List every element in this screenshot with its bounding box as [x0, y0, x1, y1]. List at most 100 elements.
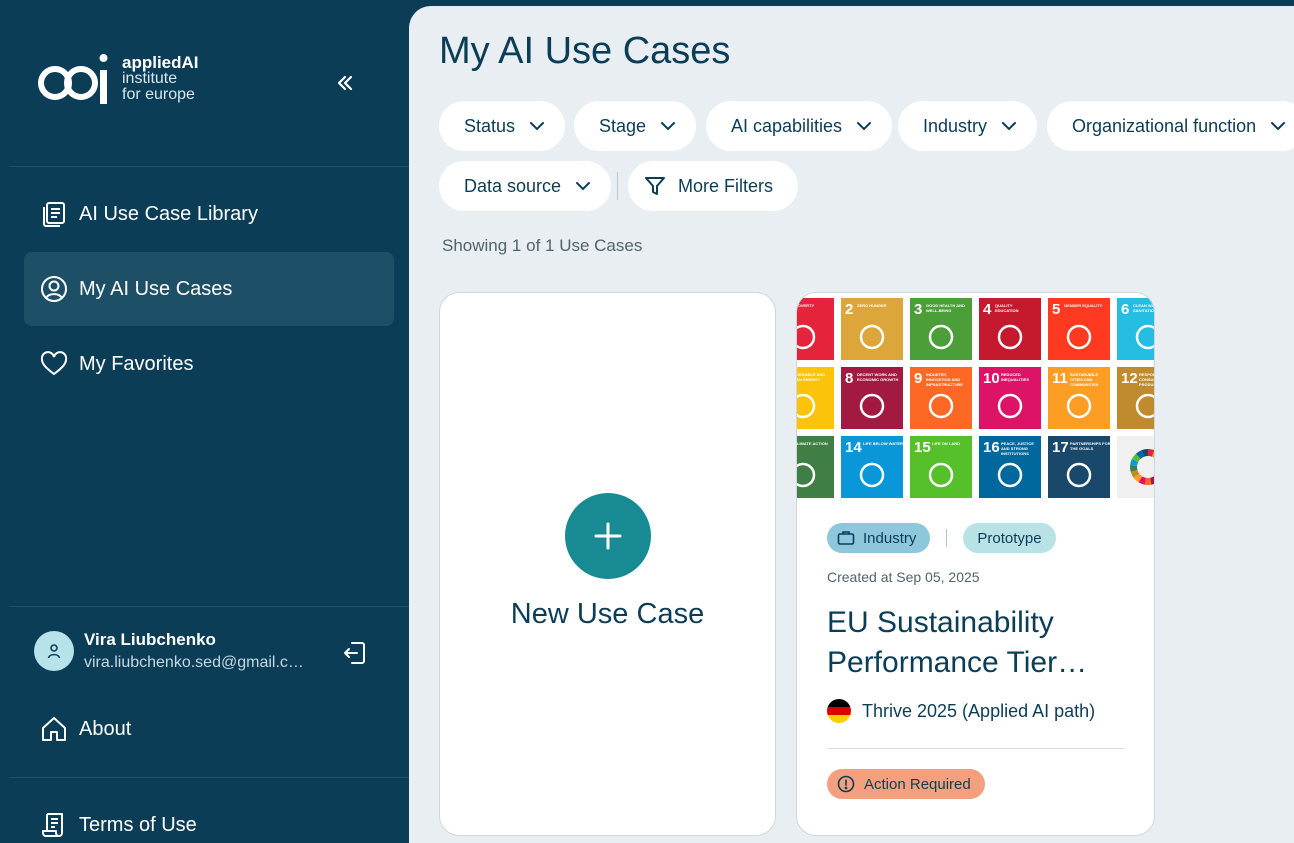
- chevron-down-icon: [1270, 121, 1286, 131]
- sdg-tile-number: 14: [845, 439, 862, 456]
- status-badge: Action Required: [827, 769, 985, 799]
- sdg-tile-caption: LIFE ON LAND: [932, 441, 960, 446]
- sdg-tile-number: 15: [914, 439, 931, 456]
- sdg-tile-number: 4: [983, 301, 992, 318]
- funnel-icon: [644, 175, 666, 197]
- sdg-tile-caption: REDUCED INEQUALITIES: [1001, 372, 1030, 382]
- user-profile: Vira Liubchenko vira.liubchenko.sed@gmai…: [34, 630, 374, 672]
- sdg-tile-number: 16: [983, 439, 1000, 456]
- sidebar-item-favorites[interactable]: My Favorites: [24, 327, 394, 401]
- sidebar-item-library[interactable]: AI Use Case Library: [24, 177, 394, 251]
- alert-circle-icon: [837, 775, 855, 793]
- sdg-tile: 3 GOOD HEALTH AND WELL-BEING: [910, 298, 972, 360]
- industry-tag-label: Industry: [863, 529, 917, 547]
- scroll-document-icon: [39, 810, 69, 840]
- library-icon: [39, 199, 69, 229]
- sdg-tile-caption: NO POVERTY: [797, 303, 815, 308]
- chevron-down-icon: [660, 121, 676, 131]
- filter-data-source[interactable]: Data source: [439, 161, 612, 211]
- logo-line-1: appliedAI: [122, 53, 199, 72]
- filter-label: Industry: [923, 115, 988, 136]
- logo[interactable]: appliedAI institute for europe: [38, 50, 199, 108]
- page-title: My AI Use Cases: [439, 30, 731, 72]
- industry-tag: Industry: [827, 523, 931, 553]
- home-icon: [39, 714, 69, 744]
- logo-line-3: for europe: [122, 86, 195, 103]
- stage-tag: Prototype: [963, 523, 1056, 553]
- sdg-image: 1NO POVERTY 2ZERO HUNGER 3GOOD HEALTH AND …: [797, 293, 1154, 503]
- more-filters-button[interactable]: More Filters: [628, 161, 799, 211]
- sdg-tile: 5 GENDER EQUALITY: [1048, 298, 1110, 360]
- sdg-tile-number: 12: [1121, 370, 1138, 387]
- filter-industry[interactable]: Industry: [898, 101, 1038, 151]
- sdg-tile-caption: PARTNERSHIPS FOR THE GOALS: [1070, 441, 1111, 451]
- filter-label: Organizational function: [1072, 115, 1257, 136]
- use-case-title[interactable]: EU Sustainability Performance Tier…: [827, 603, 1127, 683]
- plus-icon: [594, 522, 622, 550]
- filter-label: Stage: [599, 115, 647, 136]
- use-case-card[interactable]: 1NO POVERTY 2ZERO HUNGER 3GOOD HEALTH AND …: [796, 292, 1155, 836]
- sdg-tile-caption: PEACE, JUSTICE AND STRONG INSTITUTIONS: [1001, 441, 1034, 456]
- sdg-pictogram-icon: [859, 324, 885, 350]
- sdg-pictogram-icon: [1135, 393, 1154, 419]
- heart-icon: [39, 349, 69, 379]
- sdg-tile-number: 5: [1052, 301, 1061, 318]
- sdg-tile: 1NO POVERTY: [797, 298, 834, 360]
- new-use-case-card[interactable]: New Use Case: [439, 292, 776, 836]
- main-content: My AI Use Cases Status Stage AI capabili…: [409, 6, 1294, 843]
- filter-label: Status: [464, 115, 516, 136]
- sdg-tile-caption: ZERO HUNGER: [857, 303, 887, 308]
- sidebar-item-my-use-cases[interactable]: My AI Use Cases: [24, 252, 394, 326]
- logo-line-2: institute: [122, 70, 178, 87]
- card-divider: [827, 748, 1125, 749]
- sdg-tile-number: 3: [914, 301, 923, 318]
- sdg-pictogram-icon: [797, 324, 816, 350]
- sidebar-item-about[interactable]: About: [24, 692, 394, 766]
- status-label: Action Required: [864, 775, 971, 793]
- sdg-tile-caption: GENDER EQUALITY: [1064, 303, 1103, 308]
- user-email: vira.liubchenko.sed@gmail.com: [84, 654, 309, 671]
- sdg-tile-caption: RESPONSIBLE CONSUMPTION AND PRODUCTION: [1139, 372, 1154, 387]
- sdg-pictogram-icon: [1066, 324, 1092, 350]
- sdg-tile: 10 REDUCED INEQUALITIES: [979, 367, 1041, 429]
- sdg-tile: 17 PARTNERSHIPS FOR THE GOALS: [1048, 436, 1111, 498]
- filter-divider: [617, 172, 618, 200]
- appliedai-logo-icon: [38, 54, 108, 104]
- sdg-tile: 6CLEAN WATER AND SANITATION: [1117, 298, 1154, 360]
- sdg-pictogram-icon: [859, 393, 885, 419]
- collapse-sidebar-button[interactable]: [330, 68, 360, 98]
- sdg-tile-number: 2: [845, 301, 854, 318]
- sdg-pictogram-icon: [797, 393, 816, 419]
- programme-label: Thrive 2025 (Applied AI path): [862, 700, 1096, 721]
- briefcase-icon: [837, 530, 855, 546]
- sdg-pictogram-icon: [928, 393, 954, 419]
- sdg-wheel-icon: [1130, 449, 1154, 485]
- user-icon: [47, 644, 61, 659]
- add-button[interactable]: [565, 493, 651, 579]
- chevron-down-icon: [1001, 121, 1017, 131]
- stage-tag-label: Prototype: [977, 529, 1042, 547]
- programme: Thrive 2025 (Applied AI path): [827, 699, 1095, 723]
- chevron-down-icon: [856, 121, 872, 131]
- sdg-pictogram-icon: [1066, 462, 1092, 488]
- filter-label: Data source: [464, 175, 562, 196]
- sidebar-divider: [9, 777, 409, 778]
- sdg-tile-number: 6: [1121, 301, 1130, 318]
- user-name: Vira Liubchenko: [84, 630, 216, 649]
- sdg-tile: 14 LIFE BELOW WATER: [841, 436, 903, 498]
- logout-button[interactable]: [342, 640, 368, 671]
- sdg-tile: 9 INDUSTRY, INNOVATION AND INFRASTRUCTURE: [910, 367, 972, 429]
- sidebar-item-terms[interactable]: Terms of Use: [24, 788, 394, 843]
- avatar[interactable]: [34, 631, 74, 671]
- user-circle-icon: [39, 274, 69, 304]
- sidebar-item-label: My Favorites: [79, 352, 194, 375]
- sdg-pictogram-icon: [797, 462, 816, 488]
- sdg-tile-caption: GOOD HEALTH AND WELL-BEING: [926, 303, 965, 313]
- logout-icon: [344, 642, 365, 664]
- filter-stage[interactable]: Stage: [574, 101, 697, 151]
- sdg-tile-caption: DECENT WORK AND ECONOMIC GROWTH: [857, 372, 899, 382]
- filter-organizational-function[interactable]: Organizational function: [1047, 101, 1294, 151]
- filter-status[interactable]: Status: [439, 101, 566, 151]
- sdg-tile: 15 LIFE ON LAND: [910, 436, 972, 498]
- filter-ai-capabilities[interactable]: AI capabilities: [706, 101, 893, 151]
